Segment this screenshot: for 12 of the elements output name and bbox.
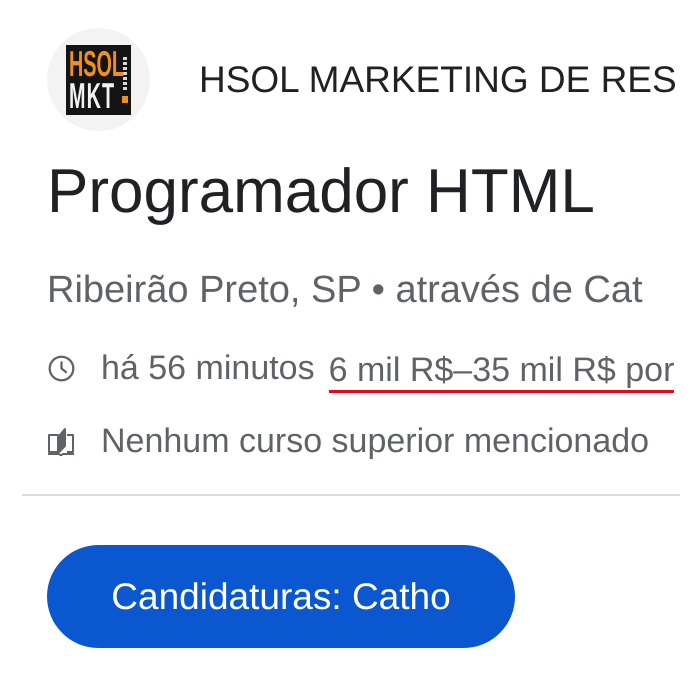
book-icon (47, 426, 75, 456)
clock-icon (48, 354, 74, 382)
logo-mark-icon (122, 56, 128, 102)
logo-text: HSOL (69, 48, 124, 80)
job-location: Ribeirão Preto, SP • através de Cat (47, 268, 644, 312)
company-name: HSOL MARKETING DE RES (199, 58, 677, 102)
logo-text: MKT (69, 80, 116, 112)
apply-button[interactable]: Candidaturas: Catho (47, 545, 515, 648)
education-text: Nenhum curso superior mencionado (101, 421, 650, 461)
salary-text: 6 mil R$–35 mil R$ por (328, 350, 674, 392)
posted-time-text: há 56 minutos (101, 348, 315, 388)
job-title: Programador HTML (47, 156, 596, 228)
